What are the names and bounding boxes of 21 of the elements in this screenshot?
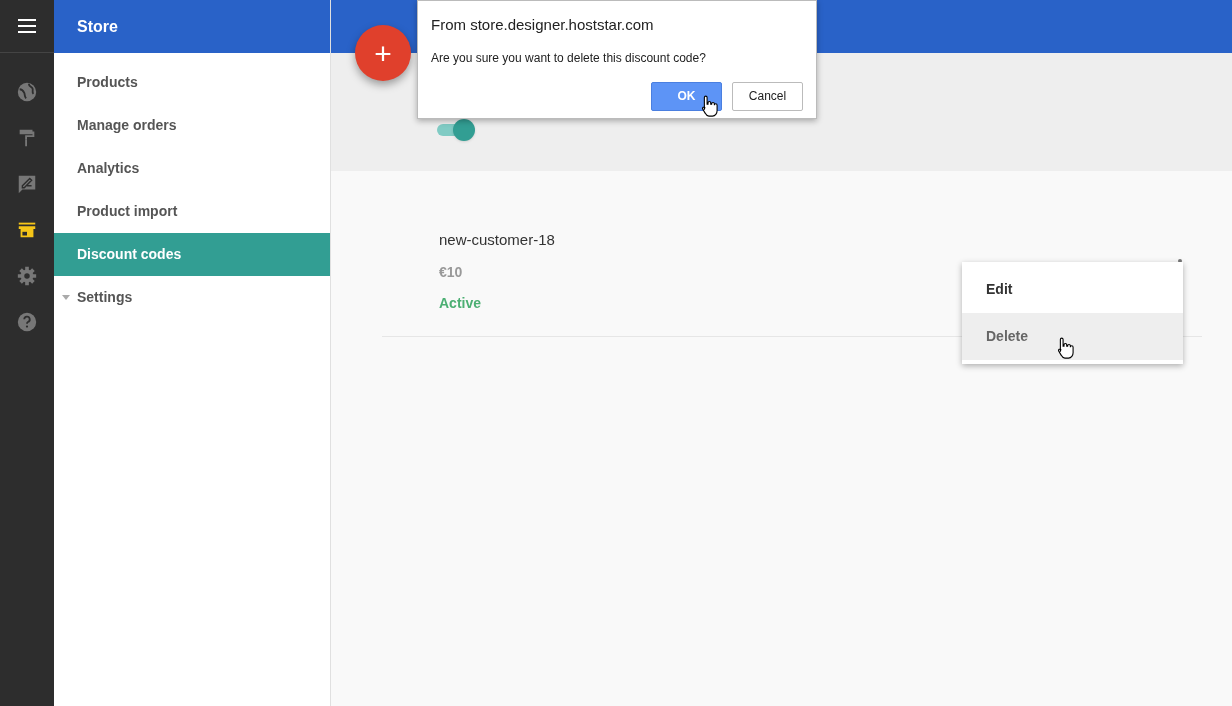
settings-icon[interactable] <box>16 265 38 287</box>
cancel-button[interactable]: Cancel <box>732 81 803 111</box>
feedback-icon[interactable] <box>16 173 38 195</box>
app-title: Store <box>77 16 118 37</box>
globe-icon[interactable] <box>16 81 38 103</box>
sidebar-item[interactable]: Manage orders <box>54 104 330 147</box>
menu-icon[interactable] <box>18 19 36 33</box>
discount-status: Active <box>439 293 483 313</box>
menu-item[interactable]: Delete <box>962 313 1183 360</box>
more-icon[interactable] <box>1178 259 1182 263</box>
menu-item[interactable]: Edit <box>962 266 1183 313</box>
dialog-title: From store.designer.hoststar.com <box>431 15 655 35</box>
discount-code: new-customer-18 <box>439 230 556 250</box>
toggle-switch[interactable] <box>437 119 475 141</box>
sidebar-item[interactable]: Settings <box>54 276 330 319</box>
sidebar-item[interactable]: Product import <box>54 190 330 233</box>
help-icon[interactable] <box>16 311 38 333</box>
sidebar-item[interactable]: Products <box>54 61 330 104</box>
discount-amount: €10 <box>439 262 464 282</box>
dialog-message: Are you sure you want to delete this discount code? <box>431 49 707 67</box>
sidebar-item[interactable]: Analytics <box>54 147 330 190</box>
